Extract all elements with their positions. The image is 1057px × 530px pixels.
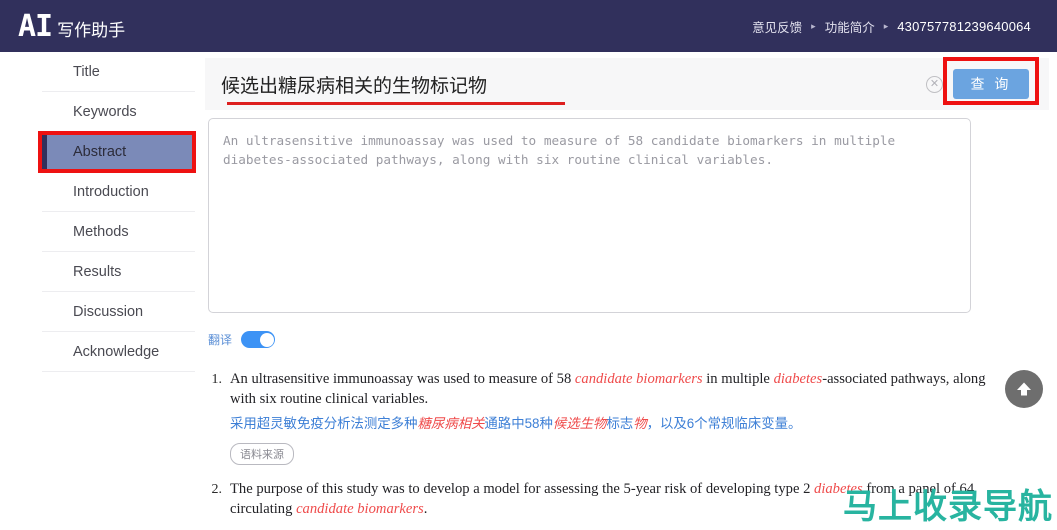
query-button[interactable]: 查 询 — [953, 69, 1029, 99]
search-bar: ✕ 查 询 — [205, 57, 1049, 110]
chevron-right-icon-1: ▸ — [811, 20, 816, 31]
nav-item-features[interactable]: 功能简介 — [825, 17, 875, 36]
sidebar-item-acknowledge[interactable]: Acknowledge — [42, 332, 195, 372]
main-content: ✕ 查 询 An ultrasensitive immunoassay was … — [197, 52, 1057, 530]
app-header: AI 写作助手 意见反馈 ▸ 功能简介 ▸ 430757781239640064 — [0, 0, 1057, 52]
result-english-text: The purpose of this study was to develop… — [230, 481, 975, 517]
sidebar-item-keywords[interactable]: Keywords — [42, 92, 195, 132]
chevron-right-icon-2: ▸ — [883, 20, 889, 31]
header-nav: 意见反馈 ▸ 功能简介 ▸ 430757781239640064 — [752, 17, 1057, 36]
user-id-label[interactable]: 430757781239640064 — [897, 19, 1031, 34]
sidebar-item-methods[interactable]: Methods — [42, 212, 195, 252]
logo-text: 写作助手 — [57, 21, 126, 40]
corpus-source-badge[interactable]: 语料来源 — [230, 443, 294, 465]
result-item-2: 2. The purpose of this study was to deve… — [208, 480, 998, 519]
nav-item-feedback[interactable]: 意见反馈 — [752, 17, 802, 36]
result-number: 2. — [211, 482, 223, 497]
sidebar-item-discussion[interactable]: Discussion — [42, 292, 195, 332]
source-text-input[interactable]: An ultrasensitive immunoassay was used t… — [208, 118, 971, 313]
app-logo[interactable]: AI 写作助手 — [0, 9, 126, 44]
logo-mark-icon: AI — [18, 9, 53, 44]
translate-toggle-row: 翻译 — [208, 331, 1057, 348]
result-english-text: An ultrasensitive immunoassay was used t… — [230, 371, 986, 407]
sidebar-item-introduction[interactable]: Introduction — [42, 172, 195, 212]
result-number: 1. — [211, 372, 223, 387]
result-chinese-translation: 采用超灵敏免疫分析法测定多种糖尿病相关通路中58种候选生物标志物，以及6个常规临… — [230, 416, 802, 431]
annotation-underline-search — [227, 102, 565, 105]
translate-toggle-label: 翻译 — [208, 333, 233, 347]
search-input[interactable] — [205, 73, 926, 95]
section-sidebar: Title Keywords Abstract Introduction Met… — [38, 52, 196, 530]
sidebar-item-abstract[interactable]: Abstract — [42, 132, 195, 172]
close-circle-icon[interactable]: ✕ — [926, 75, 943, 93]
arrow-up-icon — [1017, 382, 1031, 396]
sidebar-item-results[interactable]: Results — [42, 252, 195, 292]
result-item-1: 1. An ultrasensitive immunoassay was use… — [208, 370, 998, 465]
translate-toggle-switch[interactable] — [241, 331, 276, 348]
scroll-to-top-button[interactable] — [1005, 370, 1043, 408]
sidebar-item-title[interactable]: Title — [42, 52, 195, 92]
toggle-knob — [259, 332, 274, 347]
results-list: 1. An ultrasensitive immunoassay was use… — [208, 370, 998, 519]
